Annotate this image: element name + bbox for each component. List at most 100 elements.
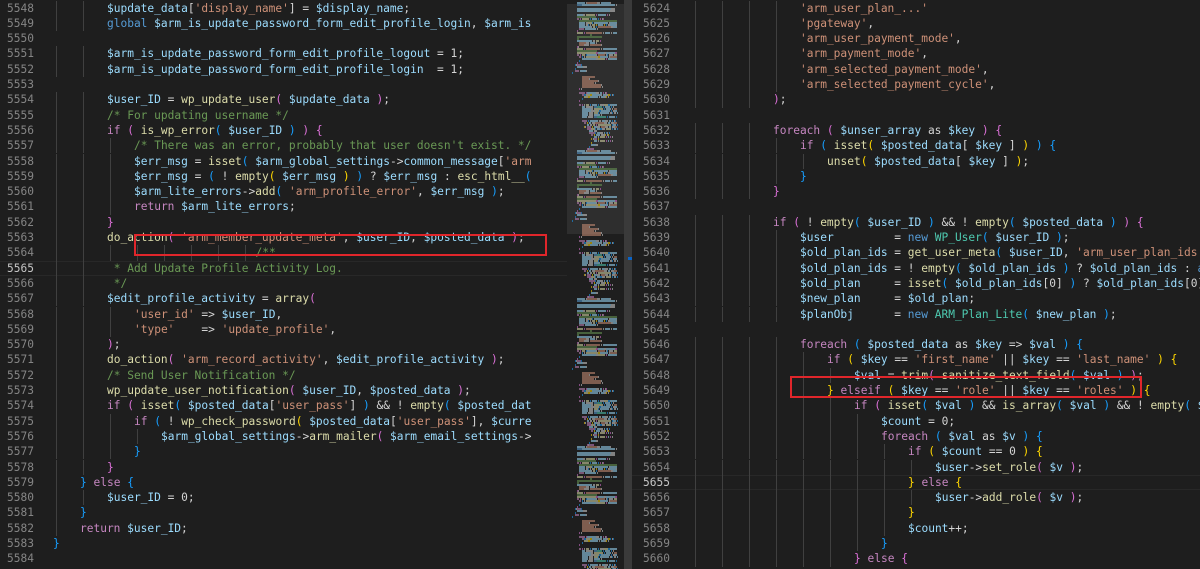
line-number[interactable]: 5634 bbox=[632, 154, 670, 169]
line-number[interactable]: 5548 bbox=[0, 1, 34, 16]
line-number[interactable]: 5625 bbox=[632, 16, 670, 31]
code-line[interactable]: 5561 return $arm_lite_errors; bbox=[0, 199, 567, 215]
line-number[interactable]: 5561 bbox=[0, 199, 34, 214]
line-number[interactable]: 5556 bbox=[0, 123, 34, 138]
right-editor-pane[interactable]: 5624'arm_user_plan_...' 5625'pgateway', 56… bbox=[632, 0, 1200, 569]
line-number[interactable]: 5633 bbox=[632, 138, 670, 153]
code-text[interactable]: if ( $key == 'first_name' || $key == 'la… bbox=[827, 352, 1177, 367]
code-line[interactable]: 5577} bbox=[0, 444, 567, 460]
line-number[interactable]: 5583 bbox=[0, 536, 34, 551]
code-text[interactable]: /* Send User Notification */ bbox=[107, 368, 296, 383]
line-number[interactable]: 5581 bbox=[0, 505, 34, 520]
code-text[interactable]: $err_msg = ( ! empty( $err_msg ) ) ? $er… bbox=[134, 169, 532, 184]
code-text[interactable]: 'arm_selected_payment_mode', bbox=[800, 62, 989, 77]
code-line[interactable]: 5552 $arm_is_update_password_form_edit_pr… bbox=[0, 61, 567, 77]
code-line[interactable]: 5548 $update_data['display_name'] = $disp… bbox=[0, 0, 567, 16]
code-text[interactable]: $old_plan_ids = ! empty( $old_plan_ids )… bbox=[800, 261, 1200, 276]
code-line[interactable]: 5641 $old_plan_ids = ! empty( $old_plan_i… bbox=[632, 260, 1200, 276]
code-line[interactable]: 5557 /* There was an error, probably that… bbox=[0, 138, 567, 154]
code-text[interactable]: $arm_global_settings->arm_mailer( $arm_e… bbox=[161, 429, 532, 444]
code-line[interactable]: 5573 wp_update_user_notification( $user_I… bbox=[0, 383, 567, 399]
line-number[interactable]: 5654 bbox=[632, 460, 670, 475]
code-line[interactable]: 5551 $arm_is_update_password_form_edit_pr… bbox=[0, 46, 567, 62]
code-line[interactable]: 5646 foreach ( $posted_data as $key => $v… bbox=[632, 337, 1200, 353]
code-text[interactable]: global $arm_is_update_password_form_edit… bbox=[107, 16, 531, 31]
line-number[interactable]: 5651 bbox=[632, 414, 670, 429]
code-line[interactable]: 5567 $edit_profile_activity = array( bbox=[0, 291, 567, 307]
code-text[interactable]: } else { bbox=[854, 551, 908, 566]
code-text[interactable]: 'user_id' => $user_ID, bbox=[134, 307, 282, 322]
code-text[interactable]: */ bbox=[107, 276, 127, 291]
code-text[interactable]: ); bbox=[773, 92, 787, 107]
line-number[interactable]: 5636 bbox=[632, 184, 670, 199]
code-text[interactable]: 'arm_user_payment_mode', bbox=[800, 31, 962, 46]
line-number[interactable]: 5553 bbox=[0, 77, 34, 92]
line-number[interactable]: 5656 bbox=[632, 490, 670, 505]
code-text[interactable]: wp_update_user_notification( $user_ID, $… bbox=[107, 383, 471, 398]
line-number[interactable]: 5568 bbox=[0, 307, 34, 322]
code-line[interactable]: 5570); bbox=[0, 337, 567, 353]
code-text[interactable]: $arm_is_update_password_form_edit_profil… bbox=[107, 62, 464, 77]
code-text[interactable]: } else { bbox=[80, 475, 134, 490]
left-editor-pane[interactable]: 5548 $update_data['display_name'] = $disp… bbox=[0, 0, 567, 569]
code-line[interactable]: 5645 bbox=[632, 322, 1200, 337]
code-text[interactable]: $user_ID = 0; bbox=[107, 490, 195, 505]
code-text[interactable]: $old_plan = isset( $old_plan_ids[0] ) ? … bbox=[800, 276, 1200, 291]
code-text[interactable]: } bbox=[80, 505, 87, 520]
code-text[interactable]: $new_plan = $old_plan; bbox=[800, 291, 975, 306]
line-number[interactable]: 5559 bbox=[0, 169, 34, 184]
code-line[interactable]: 5581} bbox=[0, 505, 567, 521]
line-number[interactable]: 5627 bbox=[632, 46, 670, 61]
code-line[interactable]: 5631 bbox=[632, 108, 1200, 123]
code-text[interactable]: do_action( 'arm_record_activity', $edit_… bbox=[107, 352, 504, 367]
line-number[interactable]: 5555 bbox=[0, 108, 34, 123]
code-line[interactable]: 5652 foreach ( $val as $v ) { bbox=[632, 428, 1200, 445]
line-number[interactable]: 5563 bbox=[0, 230, 34, 245]
code-text[interactable]: if ( ! wp_check_password( $posted_data['… bbox=[134, 414, 532, 429]
code-line[interactable]: 5651 $count = 0; bbox=[632, 413, 1200, 429]
code-line[interactable]: 5556 if ( is_wp_error( $user_ID ) ) { bbox=[0, 122, 567, 139]
code-line[interactable]: 5640 $old_plan_ids = get_user_meta( $user… bbox=[632, 245, 1200, 261]
line-number[interactable]: 5642 bbox=[632, 276, 670, 291]
code-line[interactable]: 5636} bbox=[632, 184, 1200, 200]
line-number[interactable]: 5645 bbox=[632, 322, 670, 337]
code-line[interactable]: 5625 'pgateway', bbox=[632, 15, 1200, 32]
code-line[interactable]: 5562} bbox=[0, 214, 567, 230]
code-line[interactable]: 5584 bbox=[0, 551, 567, 566]
code-text[interactable]: $user_ID = wp_update_user( $update_data … bbox=[107, 92, 390, 107]
code-line[interactable]: 5549 global $arm_is_update_password_form_… bbox=[0, 15, 567, 32]
code-line[interactable]: 5642 $old_plan = isset( $old_plan_ids[0] … bbox=[632, 275, 1200, 292]
code-line[interactable]: 5633 if ( isset( $posted_data[ $key ] ) )… bbox=[632, 138, 1200, 154]
code-text[interactable]: * Add Update Profile Activity Log. bbox=[107, 261, 343, 276]
code-line[interactable]: 5658 $count++; bbox=[632, 520, 1200, 536]
code-line[interactable]: 5630); bbox=[632, 92, 1200, 108]
code-text[interactable]: } bbox=[107, 460, 114, 475]
code-line[interactable]: 5638 if ( ! empty( $user_ID ) && ! empty(… bbox=[632, 214, 1200, 230]
line-number[interactable]: 5653 bbox=[632, 444, 670, 459]
line-number[interactable]: 5649 bbox=[632, 383, 670, 398]
line-number[interactable]: 5558 bbox=[0, 154, 34, 169]
line-number[interactable]: 5582 bbox=[0, 521, 34, 536]
line-number[interactable]: 5629 bbox=[632, 77, 670, 92]
code-line[interactable]: 5550 bbox=[0, 31, 567, 46]
line-number[interactable]: 5639 bbox=[632, 230, 670, 245]
code-text[interactable]: } bbox=[908, 505, 915, 520]
code-text[interactable]: $planObj = new ARM_Plan_Lite( $new_plan … bbox=[800, 307, 1117, 322]
code-line[interactable]: 5644 $planObj = new ARM_Plan_Lite( $new_p… bbox=[632, 306, 1200, 322]
line-number[interactable]: 5560 bbox=[0, 184, 34, 199]
code-line[interactable]: 5655} else { bbox=[632, 474, 1200, 491]
code-line[interactable]: 5634 unset( $posted_data[ $key ] ); bbox=[632, 153, 1200, 169]
code-line[interactable]: 5568 'user_id' => $user_ID, bbox=[0, 306, 567, 322]
code-line[interactable]: 5653 if ( $count == 0 ) { bbox=[632, 444, 1200, 460]
line-number[interactable]: 5580 bbox=[0, 490, 34, 505]
code-line[interactable]: 5566 */ bbox=[0, 275, 567, 292]
code-text[interactable]: ); bbox=[107, 337, 121, 352]
code-line[interactable]: 5560 $arm_lite_errors->add( 'arm_profile_… bbox=[0, 184, 567, 200]
code-text[interactable]: } bbox=[881, 536, 888, 551]
code-line[interactable]: 5632 foreach ( $unser_array as $key ) { bbox=[632, 122, 1200, 139]
line-number[interactable]: 5576 bbox=[0, 429, 34, 444]
code-line[interactable]: 5628 'arm_selected_payment_mode', bbox=[632, 61, 1200, 77]
line-number[interactable]: 5570 bbox=[0, 337, 34, 352]
code-line[interactable]: 5555 /* For updating username */ bbox=[0, 107, 567, 123]
code-text[interactable]: 'arm_payment_mode', bbox=[800, 46, 928, 61]
